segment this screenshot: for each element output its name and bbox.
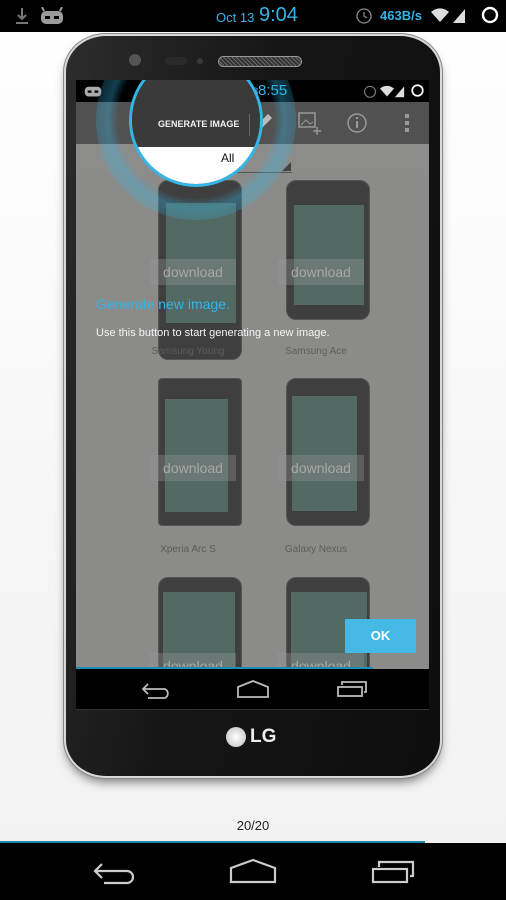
status-date: Oct 13 (216, 10, 255, 25)
proximity-sensor (165, 57, 187, 65)
device-name: Xperia Arc S (160, 544, 216, 555)
device-name: Samsung Ace (285, 346, 347, 357)
generate-image-button[interactable]: GENERATE IMAGE (158, 119, 239, 129)
home-icon[interactable] (236, 679, 270, 699)
back-icon[interactable] (92, 861, 136, 885)
download-button[interactable]: download (150, 455, 236, 481)
info-icon[interactable] (344, 110, 370, 136)
nav-bar (0, 843, 506, 900)
inner-nav-bar (76, 669, 429, 710)
showcase-text: Use this button to start generating a ne… (96, 327, 330, 339)
network-speed: 463B/s (380, 8, 422, 23)
status-bar: Oct 13 9:04 463B/s (0, 0, 506, 32)
action-separator (249, 114, 250, 136)
alarm-icon (356, 8, 372, 24)
wifi-icon (380, 85, 394, 97)
brand-name: LG (250, 726, 277, 747)
spotlight-action-bar (132, 80, 260, 147)
home-icon[interactable] (229, 858, 277, 884)
back-icon[interactable] (140, 681, 172, 699)
front-camera (129, 54, 141, 66)
device-screen (294, 205, 364, 305)
download-button[interactable]: download (150, 259, 236, 285)
add-image-icon[interactable] (297, 110, 323, 136)
alarm-icon (364, 85, 376, 98)
signal-icon (453, 9, 465, 23)
showcase-spotlight[interactable]: GENERATE IMAGE All (129, 80, 263, 187)
device-card[interactable]: download (268, 378, 398, 568)
recent-apps-icon[interactable] (336, 680, 368, 698)
device-card[interactable]: download (140, 378, 270, 568)
signal-icon (394, 86, 405, 98)
device-image (286, 180, 370, 320)
device-image (286, 378, 370, 526)
wifi-icon (431, 8, 449, 22)
brand-logo: LG (226, 726, 276, 748)
status-time: 9:04 (259, 4, 298, 26)
device-name: Galaxy Nexus (284, 544, 348, 555)
recent-apps-icon[interactable] (371, 859, 417, 885)
device-name: Samsung Young (151, 346, 225, 357)
device-card[interactable]: download (268, 180, 398, 370)
light-sensor (197, 58, 203, 64)
page-counter: 20/20 (236, 818, 270, 833)
download-button[interactable]: download (278, 259, 364, 285)
phone-screen: Oct 13 8:55 All download Samsung Young d… (76, 80, 429, 710)
ok-button[interactable]: OK (345, 619, 416, 653)
earpiece (218, 56, 302, 67)
spotlight-filter-bar (132, 147, 260, 184)
sync-ring-icon (481, 6, 499, 24)
device-image (158, 378, 242, 526)
device-screen (292, 396, 357, 511)
sync-ring-icon (411, 84, 424, 97)
cyanogenmod-icon (41, 7, 63, 24)
download-icon (16, 8, 28, 24)
download-button[interactable]: download (278, 455, 364, 481)
showcase-title: Generate new image. (96, 296, 230, 312)
lg-face-icon (226, 727, 246, 747)
overflow-menu-icon[interactable] (394, 110, 420, 136)
filter-all-label: All (221, 151, 235, 165)
